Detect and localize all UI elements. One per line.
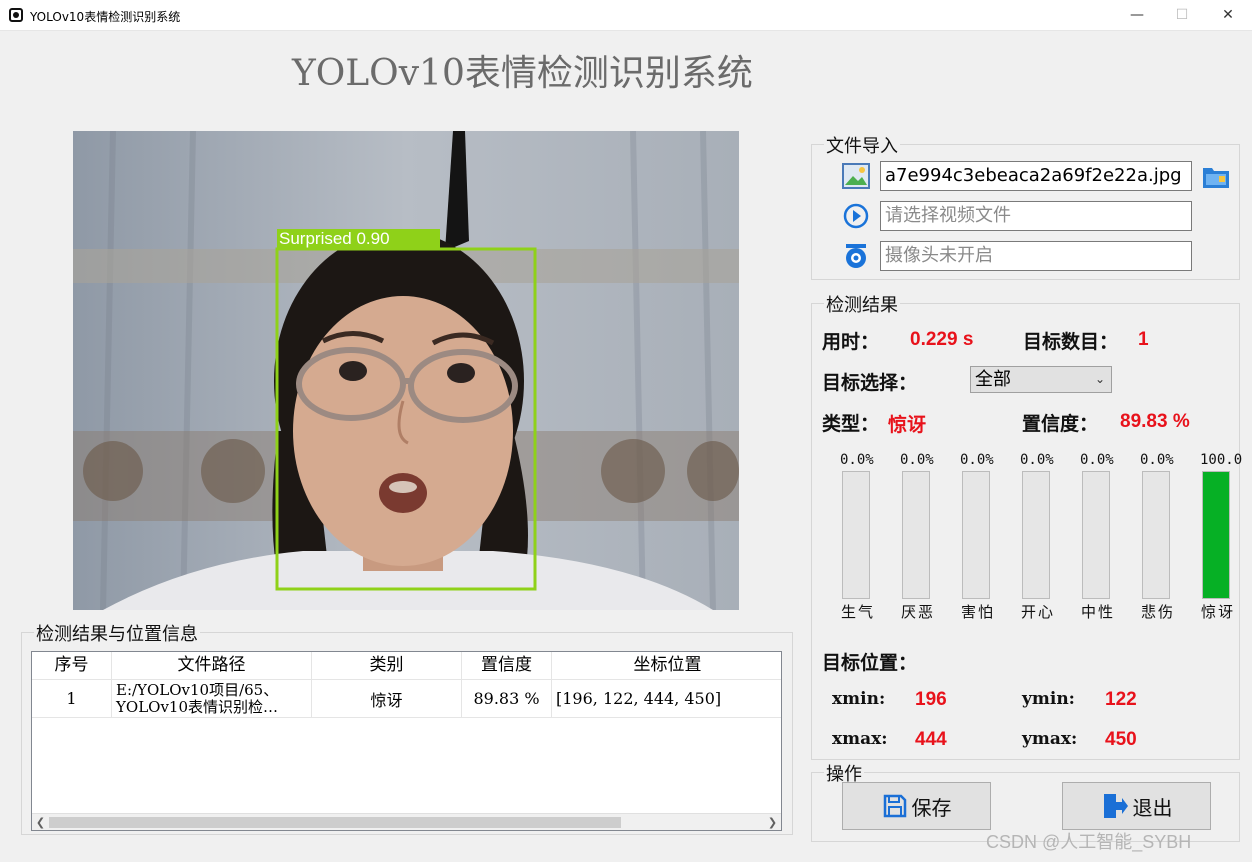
detected-photo bbox=[73, 131, 739, 610]
bar-emotion-label: 开心 bbox=[1021, 603, 1056, 621]
exit-label: 退出 bbox=[1132, 795, 1173, 820]
xmin-label: xmin: bbox=[832, 689, 886, 709]
video-play-icon[interactable] bbox=[842, 203, 870, 229]
video-path-field[interactable]: 请选择视频文件 bbox=[880, 201, 1192, 231]
column-header-class[interactable]: 类别 bbox=[312, 652, 462, 680]
time-label: 用时： bbox=[822, 331, 880, 353]
count-label: 目标数目： bbox=[1023, 331, 1119, 353]
save-icon bbox=[883, 794, 906, 818]
xmax-value: 444 bbox=[915, 729, 947, 750]
ymax-value: 450 bbox=[1105, 729, 1137, 750]
image-file-icon[interactable] bbox=[842, 163, 870, 189]
save-label: 保存 bbox=[911, 795, 952, 820]
xmax-label: xmax: bbox=[832, 729, 888, 749]
bar-emotion-label: 中性 bbox=[1081, 603, 1116, 621]
window-title: YOLOv10表情检测识别系统 bbox=[30, 10, 181, 24]
app-title: YOLOv10表情检测识别系统 bbox=[292, 53, 753, 94]
bar-emotion-label: 厌恶 bbox=[901, 603, 936, 621]
target-select-dropdown[interactable]: 全部 ⌄ bbox=[970, 366, 1112, 393]
image-path-field[interactable]: a7e994c3ebeaca2a69f2e22a.jpg bbox=[880, 161, 1192, 191]
folder-open-icon[interactable] bbox=[1202, 163, 1230, 189]
scroll-left-icon[interactable]: ❮ bbox=[32, 814, 49, 830]
progress-bar-3 bbox=[962, 471, 990, 599]
bar-emotion-label: 害怕 bbox=[961, 603, 996, 621]
bar-percent-label: 0.0% bbox=[900, 452, 934, 468]
progress-bar-fill bbox=[1203, 472, 1229, 598]
confidence-value: 89.83 % bbox=[1120, 411, 1190, 432]
close-button[interactable]: ✕ bbox=[1205, 0, 1251, 31]
table-cell-class[interactable]: 惊讶 bbox=[312, 680, 462, 718]
camera-icon[interactable] bbox=[842, 243, 870, 269]
target-select-label: 目标选择： bbox=[822, 372, 918, 394]
bar-percent-label: 0.0% bbox=[1080, 452, 1114, 468]
target-select-value: 全部 bbox=[975, 369, 1011, 390]
column-header-path[interactable]: 文件路径 bbox=[112, 652, 312, 680]
confidence-label: 置信度： bbox=[1022, 413, 1099, 435]
file-import-title: 文件导入 bbox=[824, 132, 900, 158]
bar-percent-label: 0.0% bbox=[1020, 452, 1054, 468]
title-bar: YOLOv10表情检测识别系统 — ☐ ✕ bbox=[0, 0, 1252, 31]
bar-emotion-label: 生气 bbox=[841, 603, 876, 621]
ymin-value: 122 bbox=[1105, 689, 1137, 710]
maximize-button[interactable]: ☐ bbox=[1159, 0, 1205, 31]
column-header-coords[interactable]: 坐标位置 bbox=[552, 652, 781, 680]
progress-bar-2 bbox=[902, 471, 930, 599]
bar-percent-label: 0.0% bbox=[1140, 452, 1174, 468]
type-value: 惊讶 bbox=[888, 414, 927, 436]
bar-percent-label: 0.0% bbox=[840, 452, 874, 468]
ymin-label: ymin: bbox=[1022, 689, 1075, 709]
table-cell-coords[interactable]: [196, 122, 444, 450] bbox=[552, 680, 781, 718]
exit-door-icon bbox=[1103, 794, 1128, 818]
bar-percent-label: 100.0 bbox=[1200, 452, 1243, 468]
count-value: 1 bbox=[1138, 329, 1149, 350]
scroll-right-icon[interactable]: ❯ bbox=[764, 814, 781, 830]
xmin-value: 196 bbox=[915, 689, 947, 710]
image-viewer: Surprised 0.90 bbox=[73, 131, 739, 610]
detection-results-title: 检测结果 bbox=[824, 291, 900, 317]
chevron-down-icon: ⌄ bbox=[1094, 372, 1105, 386]
target-position-label: 目标位置： bbox=[822, 652, 918, 674]
column-header-confidence[interactable]: 置信度 bbox=[462, 652, 552, 680]
column-header-index[interactable]: 序号 bbox=[32, 652, 112, 680]
time-value: 0.229 s bbox=[910, 329, 974, 350]
progress-bar-1 bbox=[842, 471, 870, 599]
table-cell-path[interactable]: E:/YOLOv10项目/65、YOLOv10表情识别检… bbox=[112, 680, 312, 718]
progress-bar-5 bbox=[1082, 471, 1110, 599]
bar-emotion-label: 悲伤 bbox=[1141, 603, 1176, 621]
ymax-label: ymax: bbox=[1022, 729, 1078, 749]
scrollbar-thumb[interactable] bbox=[49, 817, 621, 828]
camera-status-field[interactable]: 摄像头未开启 bbox=[880, 241, 1192, 271]
progress-bar-7 bbox=[1202, 471, 1230, 599]
bar-percent-label: 0.0% bbox=[960, 452, 994, 468]
exit-button[interactable]: 退出 bbox=[1062, 782, 1211, 830]
bar-emotion-label: 惊讶 bbox=[1201, 603, 1236, 621]
app-icon bbox=[9, 8, 23, 22]
progress-bar-4 bbox=[1022, 471, 1050, 599]
save-button[interactable]: 保存 bbox=[842, 782, 991, 830]
minimize-button[interactable]: — bbox=[1114, 0, 1160, 31]
horizontal-scrollbar[interactable]: ❮ ❯ bbox=[32, 813, 781, 830]
results-table[interactable]: 序号 文件路径 类别 置信度 坐标位置 1 E:/YOLOv10项目/65、YO… bbox=[31, 651, 782, 831]
results-table-title: 检测结果与位置信息 bbox=[34, 620, 200, 646]
type-label: 类型： bbox=[822, 413, 880, 435]
progress-bar-6 bbox=[1142, 471, 1170, 599]
detection-label: Surprised 0.90 bbox=[279, 229, 390, 248]
table-cell-confidence[interactable]: 89.83 % bbox=[462, 680, 552, 718]
table-cell-index[interactable]: 1 bbox=[32, 680, 112, 718]
watermark: CSDN @人工智能_SYBH bbox=[986, 832, 1192, 852]
